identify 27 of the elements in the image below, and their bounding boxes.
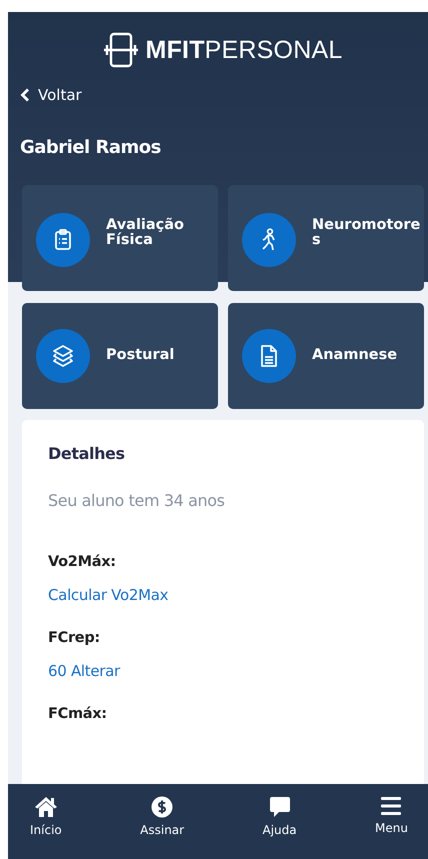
category-tile[interactable]: Neuromotores xyxy=(228,185,424,291)
home-icon xyxy=(34,796,58,818)
student-name: Gabriel Ramos xyxy=(20,137,161,158)
layers-icon xyxy=(51,344,75,368)
details-title: Detalhes xyxy=(48,444,125,463)
menu-icon xyxy=(380,796,402,816)
field-label: FCrep: xyxy=(48,630,100,646)
nav-item[interactable]: Ajuda xyxy=(262,784,297,859)
back-chevron-icon xyxy=(20,88,30,102)
field-label: FCmáx: xyxy=(48,706,107,722)
nav-item[interactable]: Início xyxy=(30,784,62,859)
field-value-link[interactable]: 60 Alterar xyxy=(48,662,120,680)
field-label: Vo2Máx: xyxy=(48,554,116,570)
document-icon xyxy=(260,345,278,367)
back-link[interactable]: Voltar xyxy=(20,86,82,104)
clipboard-icon xyxy=(53,229,73,251)
app-logo-text: MFITPERSONAL xyxy=(146,36,342,64)
age-text: Seu aluno tem 34 anos xyxy=(48,491,225,510)
category-tile[interactable]: Anamnese xyxy=(228,303,424,409)
nav-item[interactable]: Menu xyxy=(375,784,408,859)
category-tile[interactable]: Postural xyxy=(22,303,218,409)
nav-item[interactable]: Assinar xyxy=(140,784,184,859)
category-tile[interactable]: Avaliação Física xyxy=(22,185,218,291)
dollar-coin-icon xyxy=(151,796,174,818)
dumbbell-logo-icon xyxy=(102,32,140,68)
field-value-link[interactable]: Calcular Vo2Max xyxy=(48,586,168,604)
chat-bubble-icon xyxy=(268,796,291,818)
